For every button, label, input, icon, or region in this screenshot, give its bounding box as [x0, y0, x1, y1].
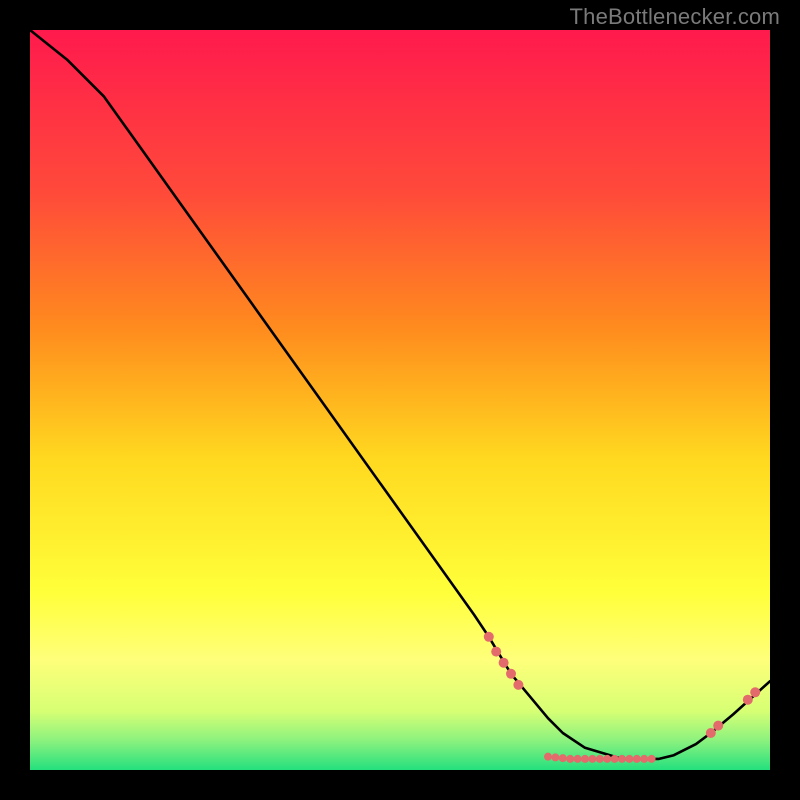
watermark-text: TheBottlenecker.com	[570, 4, 780, 30]
plot-area	[30, 30, 770, 770]
chart-svg	[30, 30, 770, 770]
chart-frame: TheBottlenecker.com	[0, 0, 800, 800]
